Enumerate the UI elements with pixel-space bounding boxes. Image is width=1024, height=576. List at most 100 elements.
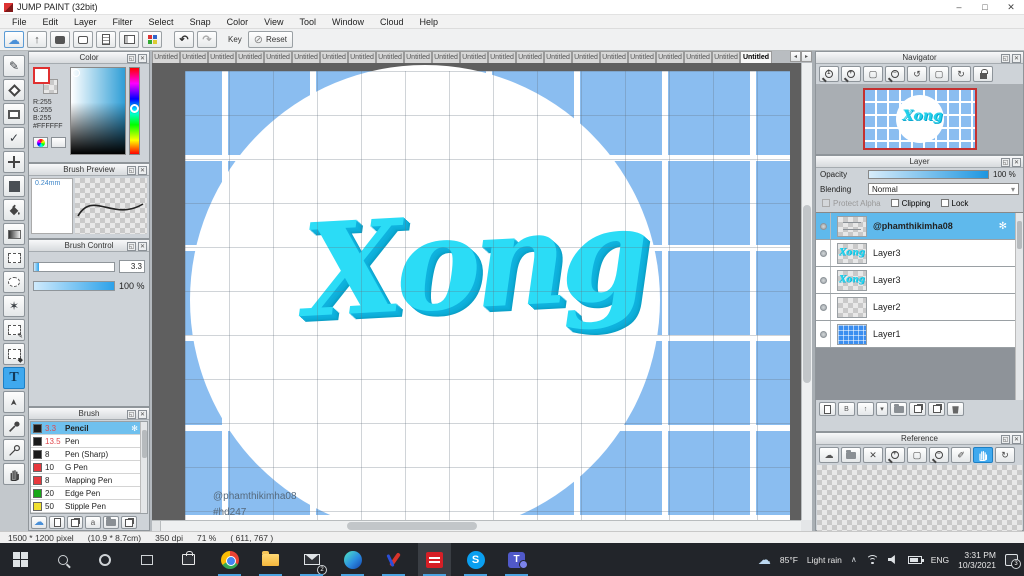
menu-help[interactable]: Help xyxy=(412,15,447,29)
task-view-button[interactable] xyxy=(130,543,163,576)
close-icon[interactable]: ✕ xyxy=(138,242,147,251)
lasso-tool[interactable] xyxy=(3,271,25,293)
brush-item[interactable]: 8 Pen (Sharp) xyxy=(31,448,140,461)
brush-settings-gear-icon[interactable]: ✻ xyxy=(131,424,138,433)
saturation-value-picker[interactable] xyxy=(70,67,126,155)
hue-slider[interactable] xyxy=(129,67,140,155)
layer-visibility-toggle[interactable] xyxy=(816,321,831,347)
add-layer-button[interactable] xyxy=(819,402,836,416)
menu-window[interactable]: Window xyxy=(324,15,372,29)
add-8bit-layer-button[interactable]: B xyxy=(838,402,855,416)
ref-hand-button[interactable] xyxy=(973,447,993,463)
canvas-vertical-scrollbar[interactable] xyxy=(801,63,812,520)
rotate-reset-button[interactable]: ▢ xyxy=(929,66,949,82)
menu-tool[interactable]: Tool xyxy=(291,15,324,29)
weather-temp[interactable]: 85°F xyxy=(780,555,798,565)
brush-tool[interactable]: ✎ xyxy=(3,55,25,77)
eyedropper2-tool[interactable] xyxy=(3,439,25,461)
close-icon[interactable]: ✕ xyxy=(1012,54,1021,63)
close-icon[interactable]: ✕ xyxy=(138,166,147,175)
reference-view[interactable] xyxy=(817,465,1022,532)
text-tool[interactable]: T xyxy=(3,367,25,389)
zoom-fit-button[interactable]: ▢ xyxy=(863,66,883,82)
ref-rotate-button[interactable]: ↻ xyxy=(995,447,1015,463)
tray-expand-icon[interactable]: ∧ xyxy=(851,555,857,564)
foreground-color-swatch[interactable] xyxy=(33,67,50,84)
taskbar-skype[interactable]: S xyxy=(459,543,492,576)
canvas-tab[interactable]: Untitled xyxy=(376,51,404,63)
canvas-tab[interactable]: Untitled xyxy=(432,51,460,63)
menu-file[interactable]: File xyxy=(4,15,35,29)
taskbar-edge[interactable] xyxy=(336,543,369,576)
brush-item[interactable]: 13.5 Pen xyxy=(31,435,140,448)
hscroll-thumb[interactable] xyxy=(347,522,477,530)
canvas-viewport[interactable]: Xong @phamthikimha08 #hd247 xyxy=(152,63,801,520)
lock-button[interactable] xyxy=(973,66,993,82)
layer-row[interactable]: Xong Layer3 xyxy=(816,240,1015,267)
taskbar-teams[interactable]: T xyxy=(500,543,533,576)
duplicate-brush-button[interactable] xyxy=(121,516,137,529)
canvas-tab[interactable]: Untitled xyxy=(516,51,544,63)
language-indicator[interactable]: ENG xyxy=(931,555,949,565)
taskbar-explorer[interactable] xyxy=(254,543,287,576)
close-icon[interactable]: ✕ xyxy=(1012,435,1021,444)
magic-wand-tool[interactable]: ✶ xyxy=(3,295,25,317)
rotate-left-button[interactable]: ↺ xyxy=(907,66,927,82)
ref-open-button[interactable] xyxy=(841,447,861,463)
close-button[interactable]: ✕ xyxy=(998,0,1024,14)
wifi-icon[interactable] xyxy=(865,554,879,565)
canvas-tab[interactable]: Untitled xyxy=(208,51,236,63)
canvas-tab[interactable]: Untitled xyxy=(488,51,516,63)
move-tool[interactable] xyxy=(3,151,25,173)
navigator-thumbnail[interactable]: Xong xyxy=(862,88,977,150)
vscroll-thumb[interactable] xyxy=(803,205,811,383)
brush-cloud-download-button[interactable]: ☁ xyxy=(31,516,47,529)
brush-item[interactable]: 20 Edge Pen xyxy=(31,487,140,500)
layer-list-scrollbar[interactable] xyxy=(1015,213,1023,400)
rotate-right-button[interactable]: ↻ xyxy=(951,66,971,82)
brush-item[interactable]: 50 Stipple Pen xyxy=(31,500,140,513)
canvas-tab[interactable]: Untitled xyxy=(544,51,572,63)
volume-icon[interactable] xyxy=(887,555,895,564)
ref-fit-button[interactable]: ▢ xyxy=(907,447,927,463)
layer-settings-gear-icon[interactable]: ✻ xyxy=(999,221,1007,232)
material-button[interactable] xyxy=(142,31,162,48)
brush-folder-button[interactable] xyxy=(103,516,119,529)
brush-size-slider[interactable] xyxy=(33,261,115,272)
taskbar-chrome[interactable] xyxy=(213,543,246,576)
add-brush-button[interactable] xyxy=(49,516,65,529)
menu-cloud[interactable]: Cloud xyxy=(372,15,412,29)
cloud-button[interactable]: ☁ xyxy=(4,31,24,48)
brush-list-scrollbar[interactable] xyxy=(140,422,147,513)
canvas-tab[interactable]: Untitled xyxy=(740,51,772,63)
sv-selector[interactable] xyxy=(72,69,80,77)
canvas-tab[interactable]: Untitled xyxy=(656,51,684,63)
canvas-tab[interactable]: Untitled xyxy=(712,51,740,63)
tab-prev-button[interactable]: ◂ xyxy=(790,51,801,62)
taskbar-mail[interactable]: 2 xyxy=(295,543,328,576)
canvas-artwork[interactable]: Xong @phamthikimha08 #hd247 xyxy=(185,65,790,520)
cortana-button[interactable] xyxy=(88,543,121,576)
canvas-tab[interactable]: Untitled xyxy=(152,51,180,63)
menu-filter[interactable]: Filter xyxy=(105,15,141,29)
zoom-actual-button[interactable]: 1 xyxy=(819,66,839,82)
panel-layout-button[interactable] xyxy=(119,31,139,48)
ref-eyedropper-button[interactable]: ✐ xyxy=(951,447,971,463)
canvas-tab[interactable]: Untitled xyxy=(320,51,348,63)
gradient-tool[interactable] xyxy=(3,223,25,245)
blending-select[interactable]: Normal ▾ xyxy=(868,183,1019,195)
bucket-tool[interactable] xyxy=(3,199,25,221)
layer-visibility-toggle[interactable] xyxy=(816,294,831,320)
menu-layer[interactable]: Layer xyxy=(66,15,105,29)
canvas-tab[interactable]: Untitled xyxy=(572,51,600,63)
select-eraser-tool[interactable]: ◆ xyxy=(3,343,25,365)
brush-item[interactable]: 8 Mapping Pen xyxy=(31,474,140,487)
comment-button[interactable] xyxy=(73,31,93,48)
ref-zoom-out-button[interactable]: − xyxy=(929,447,949,463)
menu-edit[interactable]: Edit xyxy=(35,15,67,29)
upload-button[interactable]: ↑ xyxy=(27,31,47,48)
canvas-tab[interactable]: Untitled xyxy=(684,51,712,63)
taskbar-jump-paint[interactable] xyxy=(418,543,451,576)
merge-layer-button[interactable] xyxy=(928,402,945,416)
document-button[interactable] xyxy=(96,31,116,48)
